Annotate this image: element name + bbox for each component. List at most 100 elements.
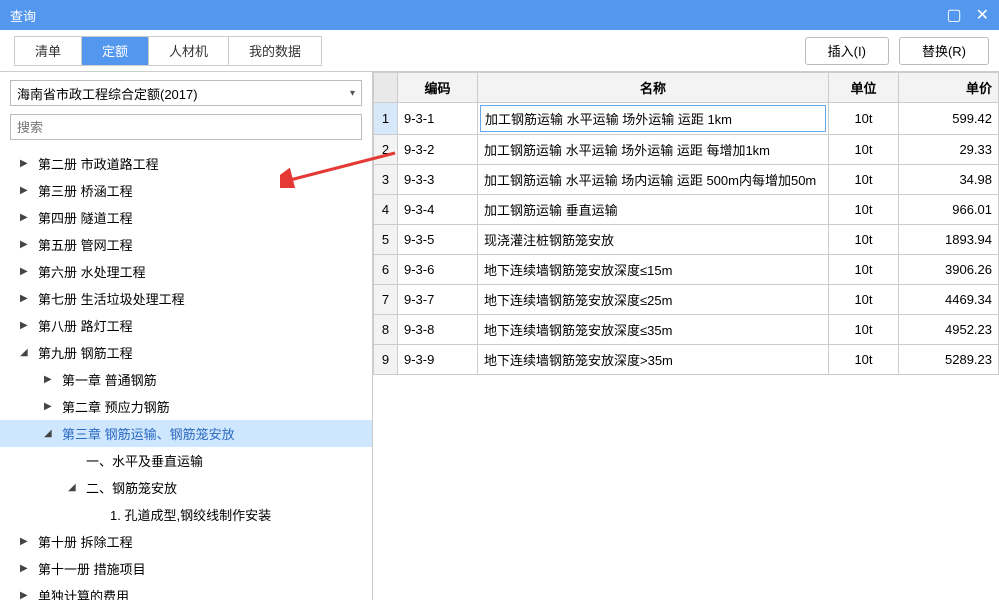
cell-code[interactable]: 9-3-8 xyxy=(398,315,478,345)
insert-button[interactable]: 插入(I) xyxy=(805,37,889,65)
tab-1[interactable]: 定额 xyxy=(82,37,149,65)
tree-item[interactable]: 1. 孔道成型,钢绞线制作安装 xyxy=(0,501,372,528)
cell-unit[interactable]: 10t xyxy=(829,165,899,195)
cell-price[interactable]: 4469.34 xyxy=(899,285,999,315)
grid-corner xyxy=(374,73,398,103)
collapse-icon[interactable]: ◢ xyxy=(68,482,80,493)
tree-item[interactable]: ▶第一章 普通钢筋 xyxy=(0,366,372,393)
cell-unit[interactable]: 10t xyxy=(829,225,899,255)
table-row[interactable]: 79-3-7地下连续墙钢筋笼安放深度≤25m10t4469.34 xyxy=(374,285,999,315)
cell-price[interactable]: 34.98 xyxy=(899,165,999,195)
tree-item[interactable]: ▶第三册 桥涵工程 xyxy=(0,177,372,204)
expand-icon[interactable]: ▶ xyxy=(20,185,32,196)
col-header-price[interactable]: 单价 xyxy=(899,73,999,103)
expand-icon[interactable]: ▶ xyxy=(20,320,32,331)
col-header-code[interactable]: 编码 xyxy=(398,73,478,103)
cell-unit[interactable]: 10t xyxy=(829,345,899,375)
tree-item[interactable]: 一、水平及垂直运输 xyxy=(0,447,372,474)
search-input[interactable] xyxy=(10,114,362,140)
table-row[interactable]: 39-3-3加工钢筋运输 水平运输 场内运输 运距 500m内每增加50m10t… xyxy=(374,165,999,195)
replace-button[interactable]: 替换(R) xyxy=(899,37,989,65)
cell-name[interactable]: 地下连续墙钢筋笼安放深度≤25m xyxy=(478,285,829,315)
cell-price[interactable]: 4952.23 xyxy=(899,315,999,345)
expand-icon[interactable]: ▶ xyxy=(20,239,32,250)
expand-icon[interactable]: ▶ xyxy=(20,590,32,600)
table-row[interactable]: 49-3-4加工钢筋运输 垂直运输10t966.01 xyxy=(374,195,999,225)
tree-item[interactable]: ◢ 第九册 钢筋工程 xyxy=(0,339,372,366)
cell-name[interactable]: 加工钢筋运输 水平运输 场内运输 运距 500m内每增加50m xyxy=(478,165,829,195)
cell-name[interactable]: 地下连续墙钢筋笼安放深度≤35m xyxy=(478,315,829,345)
tree-item[interactable]: ▶单独计算的费用 xyxy=(0,582,372,600)
cell-code[interactable]: 9-3-3 xyxy=(398,165,478,195)
cell-name[interactable]: 加工钢筋运输 水平运输 场外运输 运距 1km xyxy=(478,103,829,135)
col-header-name[interactable]: 名称 xyxy=(478,73,829,103)
cell-unit[interactable]: 10t xyxy=(829,103,899,135)
tree-item-label: 第七册 生活垃圾处理工程 xyxy=(38,289,185,308)
row-number: 9 xyxy=(374,345,398,375)
tree-item[interactable]: ▶第二册 市政道路工程 xyxy=(0,150,372,177)
cell-price[interactable]: 599.42 xyxy=(899,103,999,135)
tree-item[interactable]: ▶第六册 水处理工程 xyxy=(0,258,372,285)
minimize-icon[interactable]: ▢ xyxy=(946,5,961,25)
tree-item-label: 第二章 预应力钢筋 xyxy=(62,397,170,416)
table-row[interactable]: 69-3-6地下连续墙钢筋笼安放深度≤15m10t3906.26 xyxy=(374,255,999,285)
expand-icon[interactable]: ▶ xyxy=(20,158,32,169)
table-row[interactable]: 59-3-5现浇灌注桩钢筋笼安放10t1893.94 xyxy=(374,225,999,255)
expand-icon[interactable]: ▶ xyxy=(44,401,56,412)
tree-item[interactable]: ▶第十册 拆除工程 xyxy=(0,528,372,555)
cell-name[interactable]: 现浇灌注桩钢筋笼安放 xyxy=(478,225,829,255)
cell-price[interactable]: 29.33 xyxy=(899,135,999,165)
cell-code[interactable]: 9-3-5 xyxy=(398,225,478,255)
expand-icon[interactable]: ▶ xyxy=(20,536,32,547)
tree-item[interactable]: ▶第四册 隧道工程 xyxy=(0,204,372,231)
col-header-unit[interactable]: 单位 xyxy=(829,73,899,103)
expand-icon[interactable]: ▶ xyxy=(44,374,56,385)
cell-unit[interactable]: 10t xyxy=(829,315,899,345)
tab-3[interactable]: 我的数据 xyxy=(229,37,321,65)
table-row[interactable]: 19-3-1加工钢筋运输 水平运输 场外运输 运距 1km10t599.42 xyxy=(374,103,999,135)
tree-item-label: 一、水平及垂直运输 xyxy=(86,451,203,470)
close-icon[interactable]: ✕ xyxy=(976,5,989,25)
cell-code[interactable]: 9-3-1 xyxy=(398,103,478,135)
cell-code[interactable]: 9-3-6 xyxy=(398,255,478,285)
cell-unit[interactable]: 10t xyxy=(829,285,899,315)
tree-item[interactable]: ◢第三章 钢筋运输、钢筋笼安放 xyxy=(0,420,372,447)
expand-icon[interactable]: ▶ xyxy=(20,293,32,304)
cell-price[interactable]: 3906.26 xyxy=(899,255,999,285)
cell-unit[interactable]: 10t xyxy=(829,255,899,285)
cell-code[interactable]: 9-3-9 xyxy=(398,345,478,375)
cell-unit[interactable]: 10t xyxy=(829,135,899,165)
expand-icon[interactable]: ▶ xyxy=(20,212,32,223)
expand-icon[interactable]: ▶ xyxy=(20,563,32,574)
cell-price[interactable]: 966.01 xyxy=(899,195,999,225)
cell-price[interactable]: 1893.94 xyxy=(899,225,999,255)
cell-name[interactable]: 地下连续墙钢筋笼安放深度>35m xyxy=(478,345,829,375)
table-row[interactable]: 89-3-8地下连续墙钢筋笼安放深度≤35m10t4952.23 xyxy=(374,315,999,345)
tab-0[interactable]: 清单 xyxy=(15,37,82,65)
row-number: 1 xyxy=(374,103,398,135)
tree-item[interactable]: ▶ 第十一册 措施项目 xyxy=(0,555,372,582)
collapse-icon[interactable]: ◢ xyxy=(44,428,56,439)
cell-name[interactable]: 加工钢筋运输 水平运输 场外运输 运距 每增加1km xyxy=(478,135,829,165)
tree-item[interactable]: ▶ 第七册 生活垃圾处理工程 xyxy=(0,285,372,312)
cell-price[interactable]: 5289.23 xyxy=(899,345,999,375)
tree-item-label: 第十一册 措施项目 xyxy=(38,559,146,578)
tab-2[interactable]: 人材机 xyxy=(149,37,229,65)
cell-code[interactable]: 9-3-7 xyxy=(398,285,478,315)
quota-selector[interactable]: 海南省市政工程综合定额(2017) ▾ xyxy=(10,80,362,106)
table-row[interactable]: 29-3-2加工钢筋运输 水平运输 场外运输 运距 每增加1km10t29.33 xyxy=(374,135,999,165)
cell-name[interactable]: 地下连续墙钢筋笼安放深度≤15m xyxy=(478,255,829,285)
cell-code[interactable]: 9-3-2 xyxy=(398,135,478,165)
collapse-icon[interactable]: ◢ xyxy=(20,347,32,358)
expand-icon[interactable]: ▶ xyxy=(20,266,32,277)
tree-item[interactable]: ▶ 第二章 预应力钢筋 xyxy=(0,393,372,420)
table-row[interactable]: 99-3-9地下连续墙钢筋笼安放深度>35m10t5289.23 xyxy=(374,345,999,375)
tree-item[interactable]: ◢二、钢筋笼安放 xyxy=(0,474,372,501)
tree-item-label: 1. 孔道成型,钢绞线制作安装 xyxy=(110,505,271,524)
cell-code[interactable]: 9-3-4 xyxy=(398,195,478,225)
cell-unit[interactable]: 10t xyxy=(829,195,899,225)
tree-item-label: 第九册 钢筋工程 xyxy=(38,343,133,362)
tree-item[interactable]: ▶第八册 路灯工程 xyxy=(0,312,372,339)
cell-name[interactable]: 加工钢筋运输 垂直运输 xyxy=(478,195,829,225)
tree-item[interactable]: ▶第五册 管网工程 xyxy=(0,231,372,258)
